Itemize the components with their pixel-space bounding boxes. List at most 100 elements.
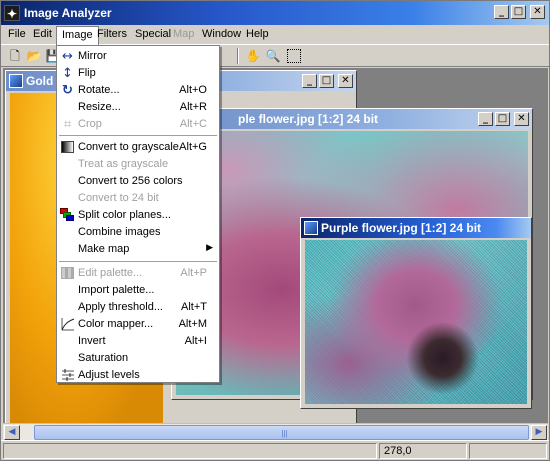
menu-item-shortcut: Alt+G [179,141,207,153]
purple1-minimize-button[interactable]: _ [478,112,493,126]
palette-icon [60,266,75,281]
menu-item-split-color-planes[interactable]: Split color planes... [57,207,219,224]
menu-separator [59,261,217,263]
menu-item-adjust-levels[interactable]: Adjust levels [57,367,219,384]
menu-item-convert-24bit[interactable]: Convert to 24 bit [57,190,219,207]
menu-item-label: Split color planes... [78,209,171,221]
toolbar-separator [237,48,239,64]
gold-minimize-button[interactable]: _ [302,74,317,88]
app-window: ✦ Image Analyzer _ □ ✕ File Edit Image F… [0,0,550,461]
menu-item-resize[interactable]: Resize... Alt+R [57,99,219,116]
menu-item-convert-grayscale[interactable]: Convert to grayscale Alt+G [57,139,219,156]
purple1-window-titlebar[interactable]: ple flower.jpg [1:2] 24 bit _ □ ✕ [172,109,532,129]
app-title: Image Analyzer [24,6,112,20]
maximize-button[interactable]: □ [511,5,526,19]
status-panel-message [3,443,377,459]
menu-item-shortcut: Alt+P [180,267,207,279]
menu-map[interactable]: Map [173,28,194,40]
menu-item-shortcut: Alt+R [179,101,207,113]
menu-item-label: Mirror [78,50,107,62]
menu-item-make-map[interactable]: Make map ▶ [57,241,219,258]
cursor-coordinates: 278,0 [384,445,412,457]
menu-bar: File Edit Image Filters Special Map Wind… [1,25,549,45]
menu-item-crop[interactable]: ⌗ Crop Alt+C [57,116,219,133]
menu-item-label: Adjust levels [78,369,140,381]
menu-item-label: Combine images [78,226,161,238]
menu-item-mirror[interactable]: ↔ Mirror [57,48,219,65]
menu-item-label: Resize... [78,101,121,113]
purple-flower-image-2[interactable] [305,240,527,404]
title-bar[interactable]: ✦ Image Analyzer _ □ ✕ [1,1,549,25]
menu-item-treat-grayscale[interactable]: Treat as grayscale [57,156,219,173]
menu-item-label: Rotate... [78,84,120,96]
grayscale-icon [60,140,75,155]
menu-help[interactable]: Help [246,28,269,40]
menu-item-label: Convert to grayscale [78,141,179,153]
hand-icon[interactable]: ✋ [245,48,261,64]
menu-special[interactable]: Special [135,28,171,40]
submenu-arrow-icon: ▶ [206,243,213,253]
minimize-button[interactable]: _ [494,5,509,19]
purple1-window-title: ple flower.jpg [1:2] 24 bit [238,112,379,126]
color-planes-icon [60,208,75,223]
close-button[interactable]: ✕ [530,5,545,19]
zoom-icon[interactable]: 🔍 [265,48,281,64]
menu-item-rotate[interactable]: ↻ Rotate... Alt+O [57,82,219,99]
menu-item-saturation[interactable]: Saturation [57,350,219,367]
menu-item-shortcut: Alt+T [181,301,207,313]
menu-item-label: Color mapper... [78,318,154,330]
menu-item-import-palette[interactable]: Import palette... [57,282,219,299]
menu-window[interactable]: Window [202,28,241,40]
scrollbar-thumb[interactable]: ||| [34,425,529,440]
gold-close-button[interactable]: ✕ [338,74,353,88]
status-bar: 278,0 [1,440,549,460]
image-menu-dropdown: ↔ Mirror ↕ Flip ↻ Rotate... Alt+O Resize… [56,45,220,383]
menu-item-label: Treat as grayscale [78,158,169,170]
menu-item-label: Import palette... [78,284,155,296]
menu-item-invert[interactable]: Invert Alt+I [57,333,219,350]
menu-item-label: Convert to 24 bit [78,192,159,204]
menu-item-combine-images[interactable]: Combine images [57,224,219,241]
menu-item-label: Flip [78,67,96,79]
rotate-icon: ↻ [62,83,73,98]
menu-item-label: Crop [78,118,102,130]
crop-icon: ⌗ [63,117,72,132]
menu-filters[interactable]: Filters [97,28,127,40]
menu-item-color-mapper[interactable]: Color mapper... Alt+M [57,316,219,333]
purple-flower-window-2[interactable]: Purple flower.jpg [1:2] 24 bit [300,217,532,409]
menu-item-label: Invert [78,335,106,347]
menu-image[interactable]: Image [56,26,99,45]
gold-maximize-button[interactable]: □ [319,74,334,88]
status-panel-extra [469,443,547,459]
menu-item-label: Convert to 256 colors [78,175,183,187]
app-icon[interactable]: ✦ [4,5,20,21]
open-icon[interactable]: 📂 [26,48,42,64]
menu-item-edit-palette[interactable]: Edit palette... Alt+P [57,265,219,282]
horizontal-scrollbar[interactable]: ◀ ||| ▶ [3,423,548,440]
levels-icon [60,368,75,383]
scroll-right-icon[interactable]: ▶ [531,425,547,440]
curve-icon [60,317,75,332]
menu-edit[interactable]: Edit [33,28,52,40]
select-icon[interactable] [287,49,301,63]
purple1-maximize-button[interactable]: □ [495,112,510,126]
menu-item-convert-256[interactable]: Convert to 256 colors [57,173,219,190]
purple2-window-titlebar[interactable]: Purple flower.jpg [1:2] 24 bit [301,218,531,238]
menu-item-label: Saturation [78,352,129,364]
purple2-window-title: Purple flower.jpg [1:2] 24 bit [321,221,482,235]
menu-item-label: Edit palette... [78,267,143,279]
menu-file[interactable]: File [8,28,26,40]
flip-icon: ↕ [62,66,73,81]
menu-item-shortcut: Alt+M [178,318,207,330]
menu-separator [59,135,217,137]
purple1-close-button[interactable]: ✕ [514,112,529,126]
menu-item-shortcut: Alt+I [184,335,207,347]
scroll-left-icon[interactable]: ◀ [4,425,20,440]
menu-item-flip[interactable]: ↕ Flip [57,65,219,82]
menu-item-shortcut: Alt+O [179,84,207,96]
image-window-icon [304,221,318,235]
new-icon[interactable]: 🗋 [7,48,23,64]
menu-item-apply-threshold[interactable]: Apply threshold... Alt+T [57,299,219,316]
mirror-icon: ↔ [62,49,73,64]
image-window-icon [9,74,23,88]
